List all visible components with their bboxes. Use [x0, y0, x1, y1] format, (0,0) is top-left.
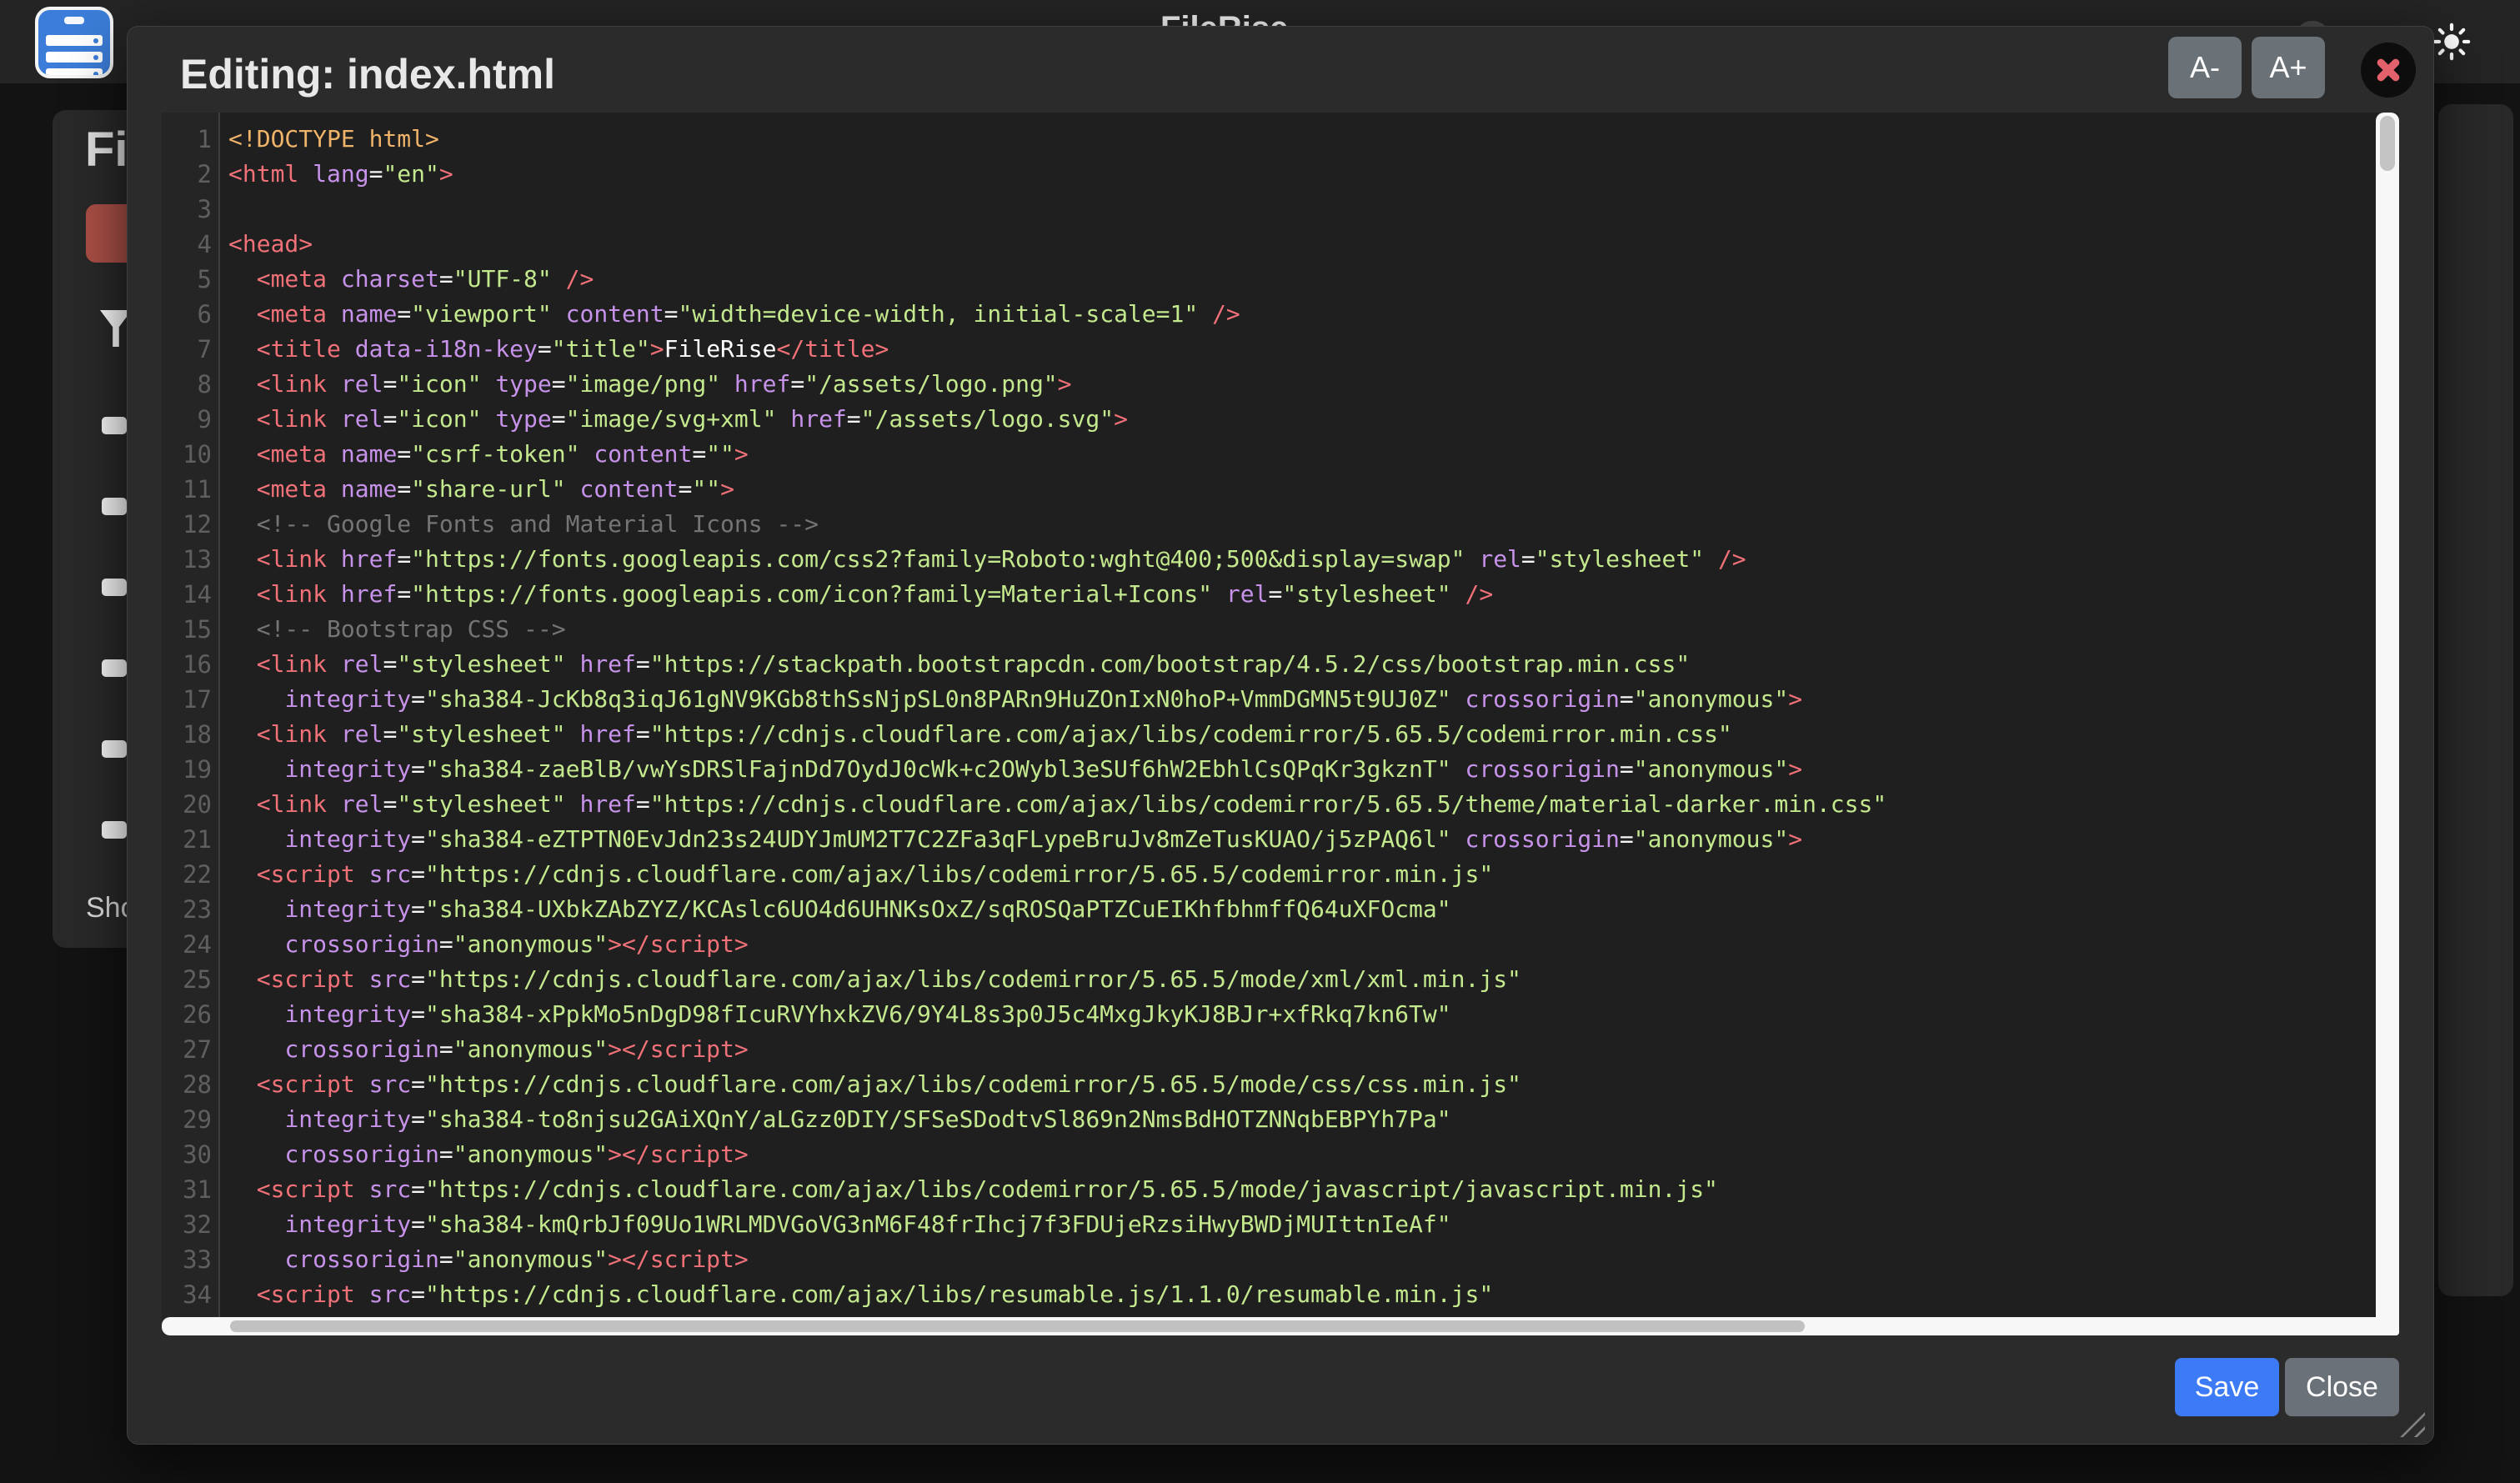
code-line[interactable]: crossorigin="anonymous"></script> — [228, 1032, 2376, 1067]
file-checkbox[interactable] — [102, 417, 127, 434]
file-checkbox[interactable] — [102, 498, 127, 515]
font-decrease-button[interactable]: A- — [2168, 37, 2242, 98]
logo-bar — [46, 52, 103, 63]
code-line[interactable]: <link rel="icon" type="image/png" href="… — [228, 367, 2376, 402]
save-button[interactable]: Save — [2175, 1358, 2279, 1416]
modal-close-button[interactable] — [2361, 43, 2416, 98]
line-number: 22 — [162, 857, 218, 892]
code-line[interactable]: <meta name="viewport" content="width=dev… — [228, 297, 2376, 332]
code-line[interactable]: <title data-i18n-key="title">FileRise</t… — [228, 332, 2376, 367]
line-number: 19 — [162, 752, 218, 787]
code-line[interactable]: <link href="https://fonts.googleapis.com… — [228, 577, 2376, 612]
line-number: 1 — [162, 122, 218, 157]
line-number: 6 — [162, 297, 218, 332]
horizontal-scrollbar-thumb[interactable] — [230, 1320, 1805, 1332]
code-line[interactable]: <html lang="en"> — [228, 157, 2376, 192]
code-editor[interactable]: 1234567891011121314151617181920212223242… — [162, 113, 2399, 1335]
code-line[interactable]: integrity="sha384-xPpkMo5nDgD98fIcuRVYhx… — [228, 997, 2376, 1032]
line-number: 18 — [162, 717, 218, 752]
line-number: 31 — [162, 1172, 218, 1207]
line-number: 9 — [162, 402, 218, 437]
horizontal-scrollbar[interactable] — [162, 1317, 2376, 1335]
code-line[interactable]: <script src="https://cdnjs.cloudflare.co… — [228, 1067, 2376, 1102]
line-number: 14 — [162, 577, 218, 612]
code-line[interactable]: <link rel="stylesheet" href="https://cdn… — [228, 717, 2376, 752]
code-line[interactable]: integrity="sha384-JcKb8q3iqJ61gNV9KGb8th… — [228, 682, 2376, 717]
filerise-logo-icon[interactable] — [35, 7, 113, 78]
code-line[interactable]: integrity="sha384-eZTPTN0EvJdn23s24UDYJm… — [228, 822, 2376, 857]
line-number: 7 — [162, 332, 218, 367]
line-number: 15 — [162, 612, 218, 647]
line-number: 13 — [162, 542, 218, 577]
code-line[interactable]: integrity="sha384-to8njsu2GAiXQnY/aLGzz0… — [228, 1102, 2376, 1137]
code-line[interactable]: integrity="sha384-zaeBlB/vwYsDRSlFajnDd7… — [228, 752, 2376, 787]
files-panel-title: Fi — [85, 122, 128, 178]
file-checkbox[interactable] — [102, 579, 127, 596]
code-line[interactable]: <!-- Google Fonts and Material Icons --> — [228, 507, 2376, 542]
code-lines[interactable]: <!DOCTYPE html><html lang="en"> <head> <m… — [228, 113, 2376, 1335]
line-number: 16 — [162, 647, 218, 682]
gutter: 1234567891011121314151617181920212223242… — [162, 113, 220, 1335]
scrollbar-corner — [2376, 1317, 2399, 1335]
line-number: 25 — [162, 962, 218, 997]
code-line[interactable]: <meta charset="UTF-8" /> — [228, 262, 2376, 297]
code-line[interactable]: <link rel="stylesheet" href="https://sta… — [228, 647, 2376, 682]
theme-toggle-sun-icon[interactable] — [2432, 23, 2471, 61]
vertical-scrollbar-thumb[interactable] — [2380, 116, 2395, 171]
code-line[interactable]: crossorigin="anonymous"></script> — [228, 1137, 2376, 1172]
line-number: 28 — [162, 1067, 218, 1102]
editor-modal: Editing: index.html A- A+ 12345678910111… — [127, 26, 2434, 1445]
line-number: 8 — [162, 367, 218, 402]
line-number: 33 — [162, 1242, 218, 1277]
line-number: 12 — [162, 507, 218, 542]
line-number: 29 — [162, 1102, 218, 1137]
line-number: 24 — [162, 927, 218, 962]
code-line[interactable]: <!-- Bootstrap CSS --> — [228, 612, 2376, 647]
resize-handle-icon[interactable] — [2400, 1412, 2425, 1437]
line-number: 20 — [162, 787, 218, 822]
code-line[interactable]: <link rel="stylesheet" href="https://cdn… — [228, 787, 2376, 822]
logo-bar — [46, 68, 103, 78]
line-number: 34 — [162, 1277, 218, 1312]
line-number: 30 — [162, 1137, 218, 1172]
file-checkbox[interactable] — [102, 740, 127, 758]
line-number: 32 — [162, 1207, 218, 1242]
line-number: 11 — [162, 472, 218, 507]
code-line[interactable]: <head> — [228, 227, 2376, 262]
logo-handle — [64, 17, 84, 24]
code-line[interactable]: <script src="https://cdnjs.cloudflare.co… — [228, 857, 2376, 892]
code-line[interactable]: <meta name="csrf-token" content=""> — [228, 437, 2376, 472]
line-number: 21 — [162, 822, 218, 857]
file-checkbox[interactable] — [102, 659, 127, 677]
code-line[interactable]: <link href="https://fonts.googleapis.com… — [228, 542, 2376, 577]
code-line[interactable]: <!DOCTYPE html> — [228, 122, 2376, 157]
logo-bar — [46, 35, 103, 46]
code-line[interactable]: integrity="sha384-UXbkZAbZYZ/KCAslc6UO4d… — [228, 892, 2376, 927]
file-checkbox[interactable] — [102, 821, 127, 839]
close-button[interactable]: Close — [2285, 1358, 2399, 1416]
code-line[interactable] — [228, 192, 2376, 227]
code-line[interactable]: <script src="https://cdnjs.cloudflare.co… — [228, 962, 2376, 997]
right-panel — [2438, 104, 2513, 1296]
line-number: 4 — [162, 227, 218, 262]
vertical-scrollbar[interactable] — [2376, 113, 2399, 1335]
line-number: 3 — [162, 192, 218, 227]
code-line[interactable]: crossorigin="anonymous"></script> — [228, 927, 2376, 962]
modal-title: Editing: index.html — [180, 50, 555, 98]
code-line[interactable]: integrity="sha384-kmQrbJf09Uo1WRLMDVGoVG… — [228, 1207, 2376, 1242]
line-number: 5 — [162, 262, 218, 297]
code-line[interactable]: <meta name="share-url" content=""> — [228, 472, 2376, 507]
font-increase-button[interactable]: A+ — [2252, 37, 2325, 98]
code-line[interactable]: <script src="https://cdnjs.cloudflare.co… — [228, 1277, 2376, 1312]
line-number: 23 — [162, 892, 218, 927]
line-number: 17 — [162, 682, 218, 717]
code-line[interactable]: crossorigin="anonymous"></script> — [228, 1242, 2376, 1277]
line-number: 10 — [162, 437, 218, 472]
code-line[interactable]: <link rel="icon" type="image/svg+xml" hr… — [228, 402, 2376, 437]
line-number: 2 — [162, 157, 218, 192]
code-line[interactable]: <script src="https://cdnjs.cloudflare.co… — [228, 1172, 2376, 1207]
line-number: 27 — [162, 1032, 218, 1067]
line-number: 26 — [162, 997, 218, 1032]
